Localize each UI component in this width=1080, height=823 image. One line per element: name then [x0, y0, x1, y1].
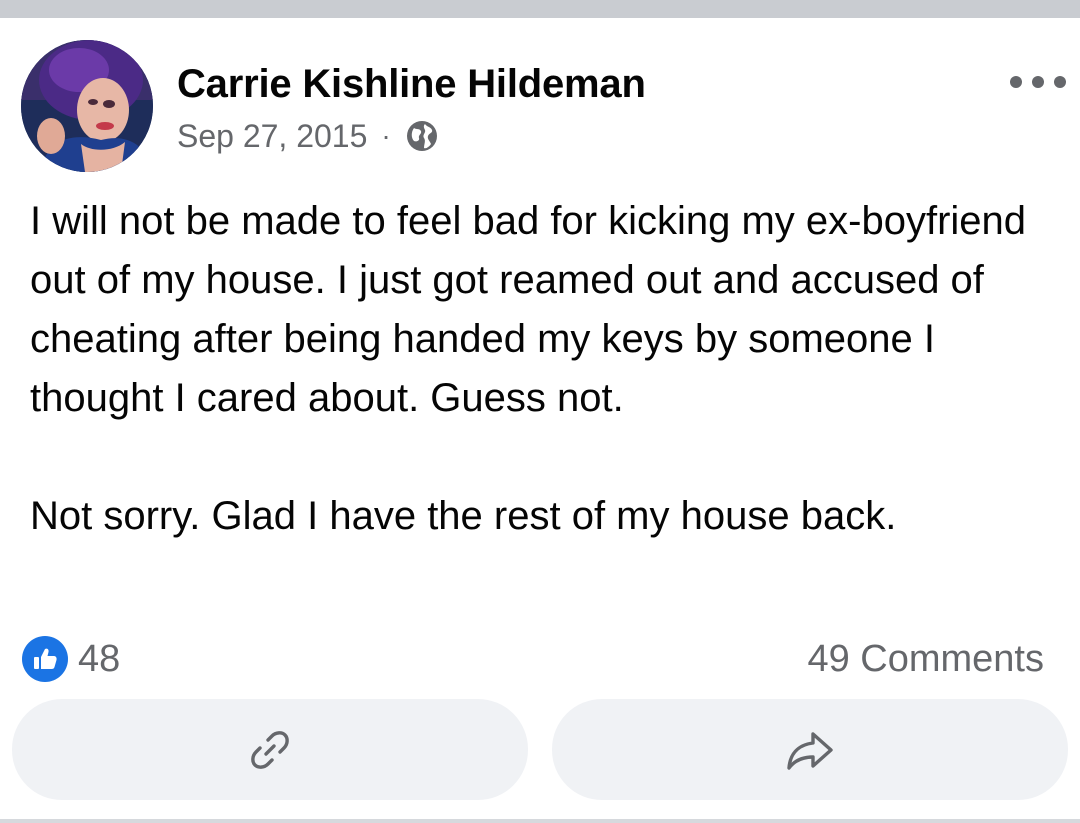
bottom-divider-band	[0, 819, 1080, 823]
author-name[interactable]: Carrie Kishline Hildeman	[177, 62, 646, 107]
reactions-summary[interactable]: 48	[22, 636, 120, 682]
globe-icon[interactable]	[405, 119, 439, 153]
more-options-icon-dot	[1032, 76, 1044, 88]
post-card: Carrie Kishline Hildeman Sep 27, 2015 · …	[0, 18, 1080, 819]
more-options-button[interactable]	[1010, 68, 1066, 96]
avatar[interactable]	[21, 40, 153, 172]
share-button[interactable]	[552, 699, 1068, 800]
more-options-icon-dot	[1010, 76, 1022, 88]
copy-link-button[interactable]	[12, 699, 528, 800]
avatar-image	[21, 40, 153, 172]
meta-separator: ·	[381, 120, 391, 151]
more-options-icon-dot	[1054, 76, 1066, 88]
post-body: I will not be made to feel bad for kicki…	[30, 192, 1030, 546]
like-icon	[22, 636, 68, 682]
comments-count[interactable]: 49 Comments	[807, 636, 1044, 682]
top-divider-band	[0, 0, 1080, 18]
share-arrow-icon	[787, 731, 833, 770]
post-body-paragraph: Not sorry. Glad I have the rest of my ho…	[30, 494, 897, 538]
post-meta: Sep 27, 2015 ·	[177, 116, 439, 156]
link-icon	[251, 730, 289, 769]
reaction-count: 48	[78, 637, 121, 680]
post-body-paragraph: I will not be made to feel bad for kicki…	[30, 199, 1027, 420]
post-timestamp[interactable]: Sep 27, 2015	[177, 118, 367, 155]
